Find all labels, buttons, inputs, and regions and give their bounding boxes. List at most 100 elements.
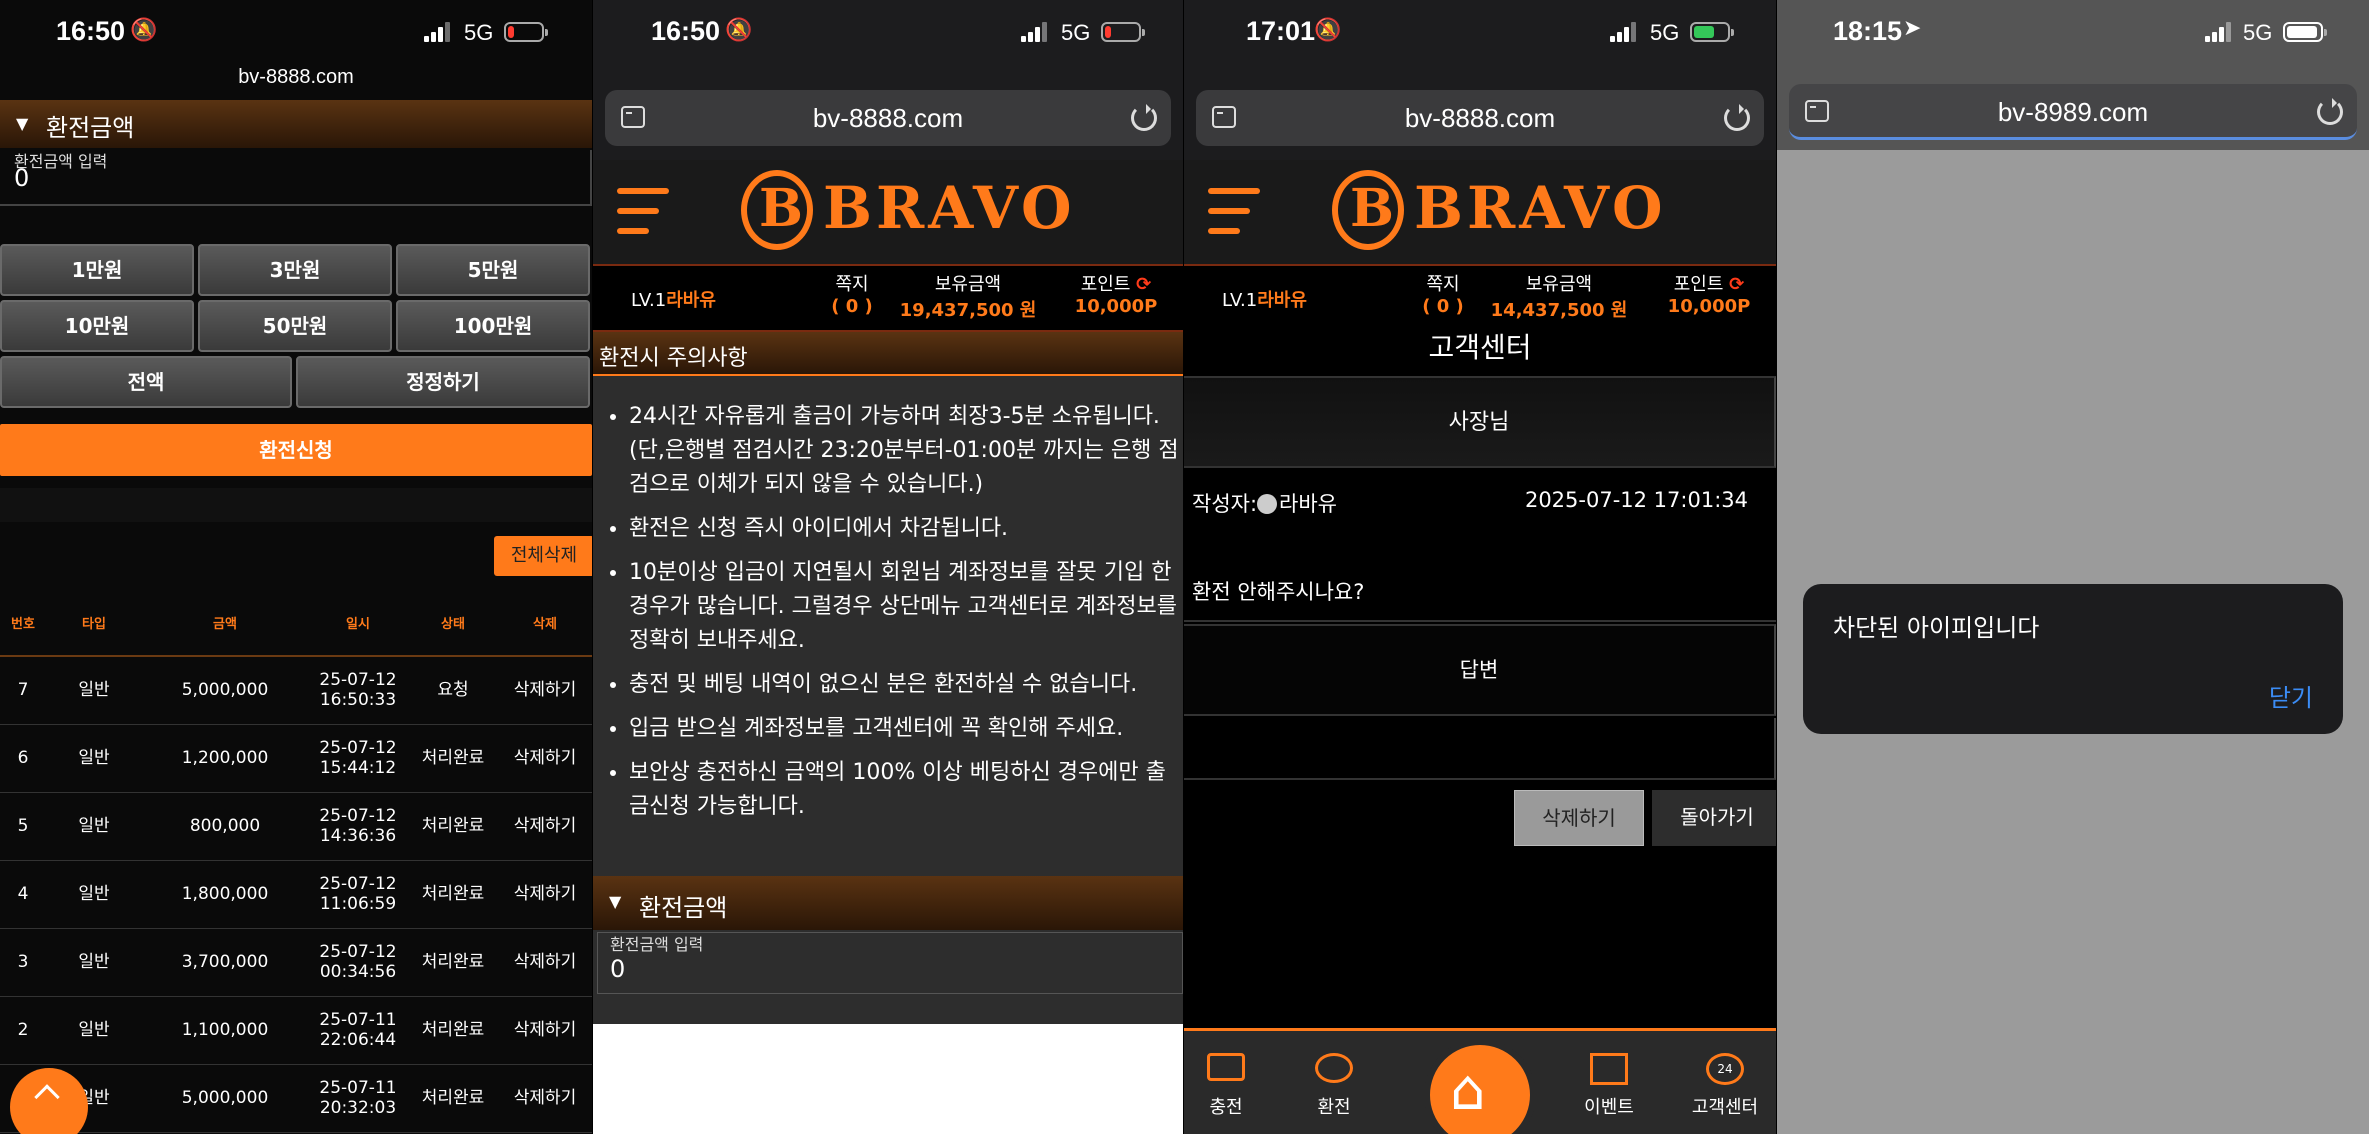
cell-datetime: 25-07-11 20:32:03: [308, 1064, 408, 1133]
delete-row-button[interactable]: 삭제하기: [498, 996, 592, 1065]
delete-row-button[interactable]: 삭제하기: [498, 792, 592, 861]
gift-icon: [1590, 1053, 1628, 1085]
answer-body: [1184, 718, 1776, 780]
amount-button-50k[interactable]: 5만원: [396, 244, 590, 296]
cell-no: 2: [0, 996, 46, 1065]
home-button[interactable]: ⌂: [1424, 1039, 1536, 1134]
battery-icon: [2283, 22, 2327, 42]
reload-icon[interactable]: [2317, 98, 2343, 125]
cell-amount: 1,200,000: [142, 724, 308, 793]
cell-no: 7: [0, 656, 46, 725]
point-info[interactable]: 포인트 ⟳ 10,000P: [1654, 270, 1764, 317]
withdraw-submit-button[interactable]: 환전신청: [0, 424, 592, 476]
cell-time: 00:34:56: [319, 962, 397, 982]
delete-row-button[interactable]: 삭제하기: [498, 1064, 592, 1133]
signal-icon: [424, 22, 450, 42]
all-amount-button[interactable]: 전액: [0, 356, 292, 408]
notice-item: 충전 및 베팅 내역이 없으신 분은 환전하실 수 없습니다.: [629, 668, 1179, 702]
cell-no: 4: [0, 860, 46, 929]
cell-date: 25-07-12: [319, 942, 397, 962]
nav-event[interactable]: 이벤트: [1574, 1053, 1644, 1119]
note-info[interactable]: 쪽지( 0 ): [797, 270, 907, 317]
answer-label: 답변: [1184, 624, 1776, 716]
cell-date: 25-07-11: [319, 1010, 397, 1030]
avatar-icon: [1257, 494, 1278, 514]
blocked-ip-screen: 18:15 ➤ 5G bv-8989.com 차단된 아이피입니다 닫기: [1777, 0, 2369, 1134]
cell-amount: 3,700,000: [142, 928, 308, 997]
nav-charge[interactable]: 충전: [1196, 1053, 1256, 1119]
table-row: 1 일반 5,000,000 25-07-1120:32:03 처리완료 삭제하…: [0, 1064, 592, 1133]
table-row: 5 일반 800,000 25-07-12 14:36:36 처리완료 삭제하기: [0, 792, 592, 861]
cell-amount: 5,000,000: [142, 1064, 308, 1133]
delete-row-button[interactable]: 삭제하기: [498, 860, 592, 929]
amount-field[interactable]: 환전금액 입력 0: [0, 150, 592, 206]
reload-icon[interactable]: [1724, 104, 1750, 131]
delete-row-button[interactable]: 삭제하기: [498, 928, 592, 997]
alert-message: 차단된 아이피입니다: [1833, 614, 2040, 642]
status-bar: 16:50 🔕 5G: [0, 0, 592, 62]
cell-date: 25-07-12: [319, 806, 397, 826]
back-button[interactable]: 돌아가기: [1652, 790, 1776, 846]
cell-status: 처리완료: [408, 792, 498, 861]
cell-date: 25-07-12: [319, 738, 397, 758]
delete-row-button[interactable]: 삭제하기: [498, 656, 592, 725]
notice-list: 24시간 자유롭게 출금이 가능하며 최장3-5분 소유됩니다. (단,은행별 …: [629, 400, 1179, 834]
amount-button-30k[interactable]: 3만원: [198, 244, 392, 296]
url-text: bv-8888.com: [1404, 103, 1556, 133]
balance-info: 보유금액 14,437,500 원: [1490, 274, 1628, 321]
post-date: 2025-07-12 17:01:34: [1524, 488, 1748, 512]
cell-date: 25-07-12: [319, 670, 397, 691]
divider: [1184, 620, 1776, 622]
cell-time: 20:32:03: [319, 1098, 397, 1118]
point-info[interactable]: 포인트 ⟳ 10,000P: [1061, 270, 1171, 317]
nav-withdraw[interactable]: 환전: [1304, 1053, 1364, 1119]
delete-button[interactable]: 삭제하기: [1514, 790, 1644, 846]
delete-row-button[interactable]: 삭제하기: [498, 724, 592, 793]
cell-amount: 800,000: [142, 792, 308, 861]
header-type: 타입: [46, 590, 142, 657]
bravo-logo-icon: B: [1332, 170, 1404, 250]
menu-icon[interactable]: [617, 188, 669, 234]
cell-time: 11:06:59: [319, 894, 397, 914]
cell-type: 일반: [46, 996, 142, 1065]
reload-icon[interactable]: [1131, 104, 1157, 131]
amount-field[interactable]: 환전금액 입력 0: [597, 932, 1183, 994]
amount-button-500k[interactable]: 50만원: [198, 300, 392, 352]
cell-date: 25-07-11: [319, 1078, 397, 1098]
alert-close-button[interactable]: 닫기: [2269, 678, 2313, 713]
signal-icon: [1021, 22, 1047, 42]
cell-type: 일반: [46, 860, 142, 929]
amount-button-1m[interactable]: 100만원: [396, 300, 590, 352]
note-info[interactable]: 쪽지( 0 ): [1388, 270, 1498, 317]
delete-all-button[interactable]: 전체삭제: [494, 536, 592, 576]
cell-status: 처리완료: [408, 928, 498, 997]
cell-time: 15:44:12: [319, 758, 397, 778]
notice-item: 환전은 신청 즉시 아이디에서 차감됩니다.: [629, 512, 1179, 546]
url-bar[interactable]: bv-8888.com: [605, 90, 1171, 146]
logo-text: BRAVO: [823, 174, 1076, 242]
network-label: 5G: [2243, 20, 2273, 45]
caret-down-icon: ▼: [609, 892, 622, 911]
network-label: 5G: [464, 20, 494, 45]
section-header[interactable]: ▼ 환전금액: [0, 100, 592, 148]
cell-amount: 5,000,000: [142, 656, 308, 725]
nav-support[interactable]: 24 고객센터: [1680, 1053, 1770, 1119]
history-table: 번호 타입 금액 일시 상태 삭제 7 일반 5,000,000 25-07-1…: [0, 590, 592, 1133]
nav-event-label: 이벤트: [1584, 1097, 1634, 1118]
url-bar[interactable]: bv-8888.com: [1196, 90, 1764, 146]
withdraw-history-screen: 16:50 🔕 5G bv-8888.com ▼ 환전금액 환전금액 입력 0 …: [0, 0, 592, 1134]
section-header[interactable]: ▼ 환전금액: [593, 876, 1183, 930]
amount-button-100k[interactable]: 10만원: [0, 300, 194, 352]
support-24-icon: 24: [1706, 1053, 1744, 1085]
menu-icon[interactable]: [1208, 188, 1260, 234]
amount-button-10k[interactable]: 1만원: [0, 244, 194, 296]
correct-button[interactable]: 정정하기: [296, 356, 590, 408]
wallet-icon: [1207, 1053, 1245, 1081]
network-label: 5G: [1650, 20, 1680, 45]
cell-time: 16:50:33: [319, 690, 397, 711]
cell-status: 요청: [408, 656, 498, 725]
status-time: 17:01: [1246, 16, 1316, 46]
header-date: 일시: [308, 590, 408, 657]
url-bar[interactable]: bv-8989.com: [1789, 84, 2357, 140]
post-title: 사장님: [1184, 376, 1776, 468]
